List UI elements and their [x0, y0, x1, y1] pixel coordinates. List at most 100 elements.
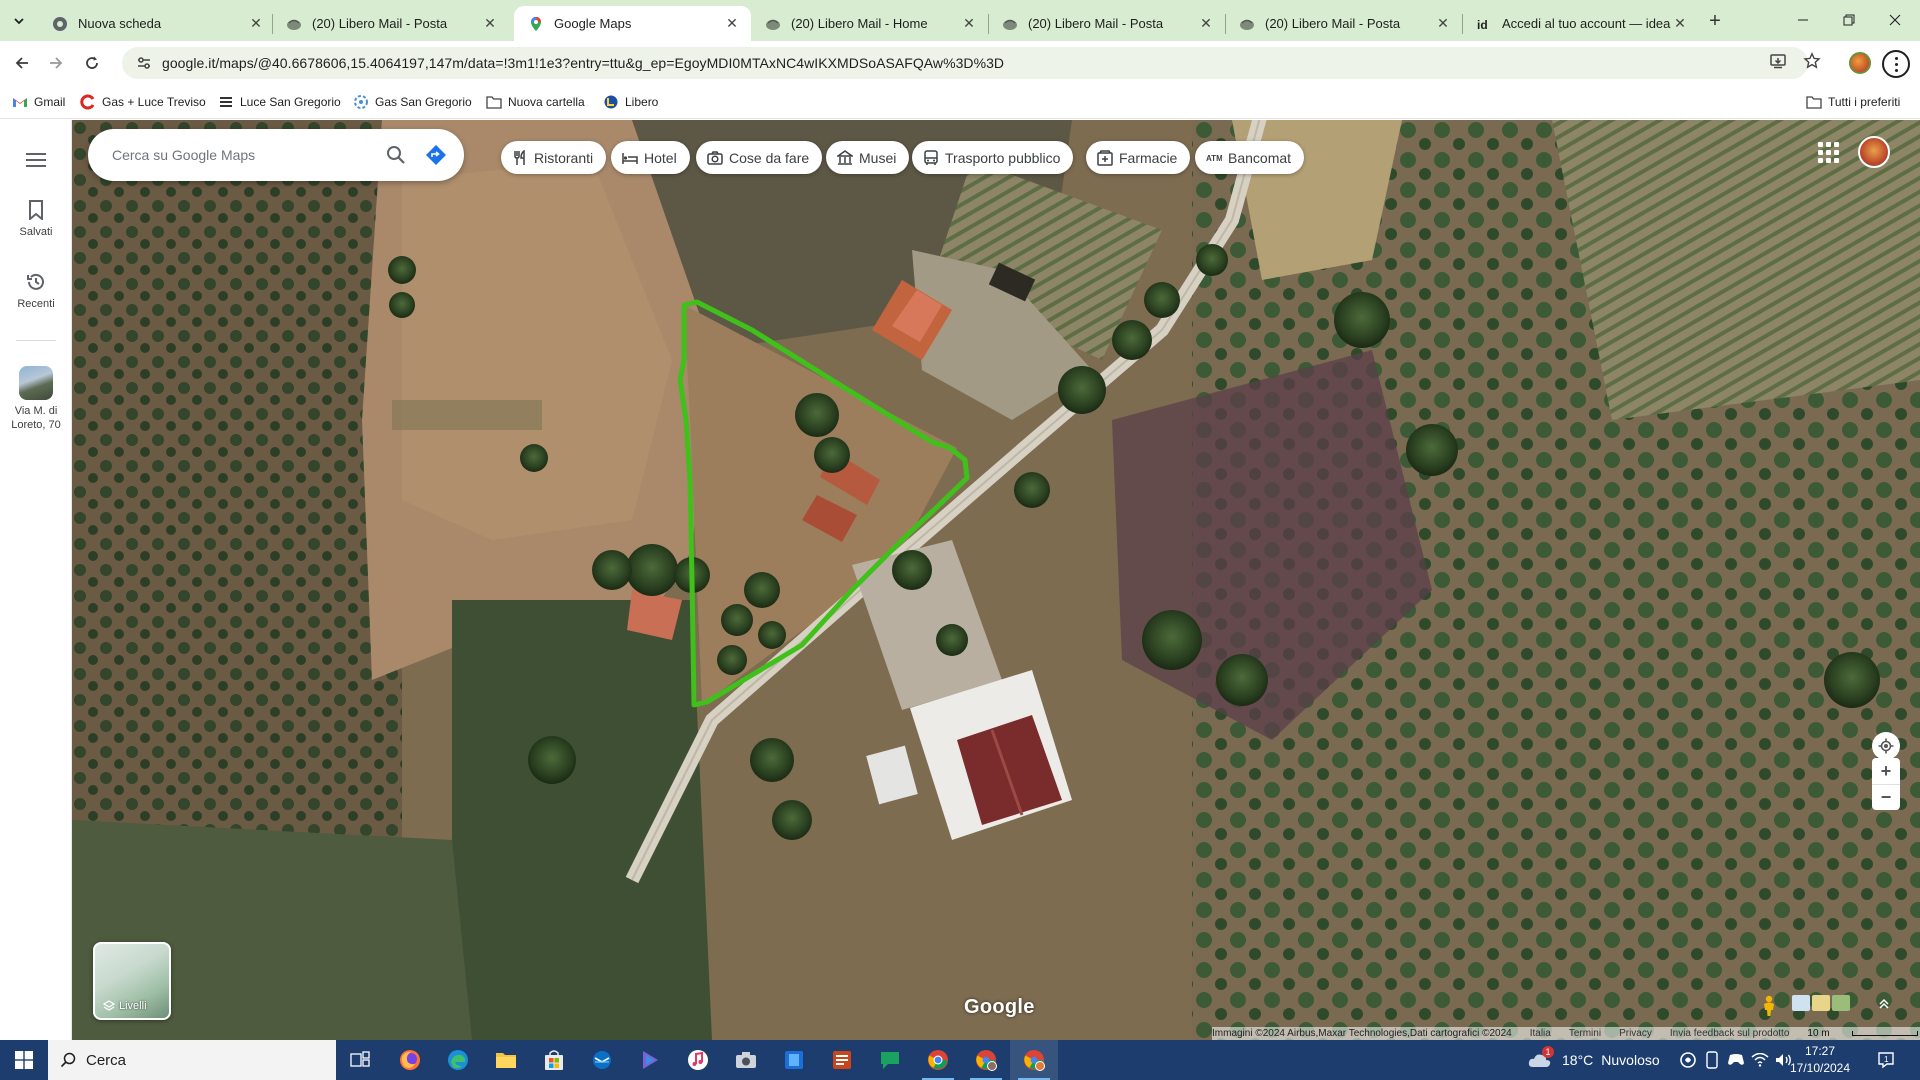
idealista-icon: id — [1476, 16, 1492, 32]
taskbar-chat[interactable] — [866, 1040, 914, 1080]
expand-tiles-icon[interactable] — [1874, 994, 1894, 1014]
google-apps-button[interactable] — [1816, 140, 1840, 164]
scale-bar[interactable]: 10 m — [1807, 1028, 1918, 1039]
link-termini[interactable]: Termini — [1569, 1028, 1601, 1039]
map-tile-default[interactable] — [1792, 995, 1810, 1011]
chip-musei[interactable]: Musei — [826, 141, 910, 174]
saved-button[interactable]: Salvati — [0, 198, 72, 238]
chrome-menu-button[interactable] — [1882, 50, 1910, 78]
profile-avatar[interactable] — [1849, 52, 1871, 74]
taskbar-edge[interactable] — [434, 1040, 482, 1080]
map-canvas[interactable]: + − — [72, 120, 1920, 1040]
menu-button[interactable] — [0, 148, 72, 176]
taskbar-file-explorer[interactable] — [482, 1040, 530, 1080]
tab-libero-posta-3[interactable]: (20) Libero Mail - Posta ✕ — [1225, 6, 1462, 41]
task-view-button[interactable] — [336, 1040, 384, 1080]
taskbar-search-label: Cerca — [86, 1051, 127, 1069]
map-tile-terrain[interactable] — [1812, 995, 1830, 1011]
taskbar-chrome-3[interactable] — [1010, 1040, 1058, 1080]
link-privacy[interactable]: Privacy — [1619, 1028, 1652, 1039]
windows-taskbar: Cerca 1 18°C Nuvoloso 17:27 17/10/2024 1 — [0, 1040, 1920, 1080]
taskbar-app-orange[interactable] — [818, 1040, 866, 1080]
back-button[interactable] — [8, 49, 36, 77]
maps-sidebar: Salvati Recenti Via M. di Loreto, 70 — [0, 120, 72, 1040]
close-icon[interactable]: ✕ — [1671, 15, 1689, 33]
zoom-out-button[interactable]: − — [1872, 784, 1900, 810]
xbox-icon[interactable] — [1726, 1050, 1746, 1070]
chip-hotel[interactable]: Hotel — [611, 141, 690, 174]
bookmark-star-button[interactable] — [1800, 49, 1824, 73]
chip-cose-da-fare[interactable]: Cose da fare — [696, 141, 823, 174]
pegman-button[interactable] — [1758, 993, 1780, 1019]
search-icon[interactable] — [376, 135, 416, 175]
forward-button[interactable] — [42, 49, 70, 77]
layers-button[interactable]: Livelli — [93, 942, 171, 1020]
taskbar-clock[interactable]: 17:27 17/10/2024 — [1784, 1043, 1856, 1077]
chip-ristoranti[interactable]: Ristoranti — [501, 141, 607, 174]
history-icon — [24, 270, 48, 294]
layers-label: Livelli — [119, 1000, 147, 1012]
zoom-in-button[interactable]: + — [1872, 758, 1900, 784]
wifi-icon[interactable] — [1750, 1050, 1770, 1070]
bookmark-libero[interactable]: Libero — [603, 92, 658, 112]
taskbar-app-blue[interactable] — [770, 1040, 818, 1080]
bookmark-gas-luce-treviso[interactable]: Gas + Luce Treviso — [80, 92, 206, 112]
close-icon[interactable]: ✕ — [1434, 15, 1452, 33]
tab-search-button[interactable] — [6, 8, 32, 34]
close-icon[interactable]: ✕ — [481, 15, 499, 33]
account-avatar[interactable] — [1858, 136, 1890, 168]
chip-trasporto-pubblico[interactable]: Trasporto pubblico — [912, 141, 1074, 174]
taskbar-chrome-2[interactable] — [962, 1040, 1010, 1080]
tab-idealista[interactable]: id Accedi al tuo account — idealis ✕ — [1462, 6, 1699, 41]
reload-button[interactable] — [78, 49, 106, 77]
bookmark-gmail[interactable]: Gmail — [12, 92, 65, 112]
my-location-button[interactable] — [1872, 732, 1900, 760]
phone-link-icon[interactable] — [1702, 1050, 1722, 1070]
close-icon[interactable]: ✕ — [723, 15, 741, 33]
chip-farmacie[interactable]: Farmacie — [1086, 141, 1191, 174]
close-icon[interactable]: ✕ — [247, 15, 265, 33]
taskbar-firefox[interactable] — [386, 1040, 434, 1080]
taskbar-search[interactable]: Cerca — [48, 1040, 336, 1080]
close-window-button[interactable] — [1872, 0, 1918, 40]
map-tile-satellite[interactable] — [1832, 995, 1850, 1011]
tab-google-maps[interactable]: Google Maps ✕ — [514, 6, 751, 41]
address-bar[interactable]: google.it/maps/@40.6678606,15.4064197,14… — [122, 47, 1808, 79]
link-feedback[interactable]: Invia feedback sul prodotto — [1670, 1028, 1790, 1039]
tab-libero-posta[interactable]: (20) Libero Mail - Posta ✕ — [272, 6, 509, 41]
chrome-profile-icon — [1024, 1050, 1045, 1071]
weather-widget[interactable]: 1 18°C Nuvoloso — [1528, 1040, 1660, 1080]
bookmark-luce-san-gregorio[interactable]: Luce San Gregorio — [218, 92, 341, 112]
restore-button[interactable] — [1826, 0, 1872, 40]
close-icon[interactable]: ✕ — [1197, 15, 1215, 33]
taskbar-video-editor[interactable] — [626, 1040, 674, 1080]
chevron-down-icon — [14, 18, 24, 25]
taskbar-mail[interactable] — [578, 1040, 626, 1080]
taskbar-chrome-1[interactable] — [914, 1040, 962, 1080]
notifications-icon[interactable]: 1 — [1876, 1050, 1896, 1070]
all-bookmarks-button[interactable]: Tutti i preferiti — [1806, 92, 1900, 112]
map-type-tiles[interactable] — [1792, 995, 1850, 1011]
recent-place-item[interactable]: Via M. di Loreto, 70 — [0, 366, 72, 432]
chip-bancomat[interactable]: ATM Bancomat — [1195, 141, 1305, 174]
new-tab-button[interactable]: + — [1704, 10, 1726, 32]
tab-libero-home[interactable]: (20) Libero Mail - Home ✕ — [751, 6, 988, 41]
close-icon[interactable]: ✕ — [960, 15, 978, 33]
bookmark-gas-san-gregorio[interactable]: Gas San Gregorio — [353, 92, 472, 112]
directions-icon[interactable] — [416, 135, 456, 175]
tab-nuova-scheda[interactable]: Nuova scheda ✕ — [38, 6, 275, 41]
install-app-button[interactable] — [1766, 49, 1790, 73]
taskbar-music[interactable] — [674, 1040, 722, 1080]
copilot-icon[interactable] — [1678, 1050, 1698, 1070]
bookmark-nuova-cartella[interactable]: Nuova cartella — [486, 92, 585, 112]
tab-libero-posta-2[interactable]: (20) Libero Mail - Posta ✕ — [988, 6, 1225, 41]
site-settings-icon[interactable] — [136, 55, 152, 71]
recents-button[interactable]: Recenti — [0, 270, 72, 310]
link-italia[interactable]: Italia — [1530, 1028, 1551, 1039]
taskbar-camera[interactable] — [722, 1040, 770, 1080]
maps-search-box[interactable]: Cerca su Google Maps — [88, 129, 464, 181]
minimize-button[interactable] — [1780, 0, 1826, 40]
start-button[interactable] — [0, 1040, 48, 1080]
search-input[interactable]: Cerca su Google Maps — [112, 147, 376, 163]
taskbar-store[interactable] — [530, 1040, 578, 1080]
